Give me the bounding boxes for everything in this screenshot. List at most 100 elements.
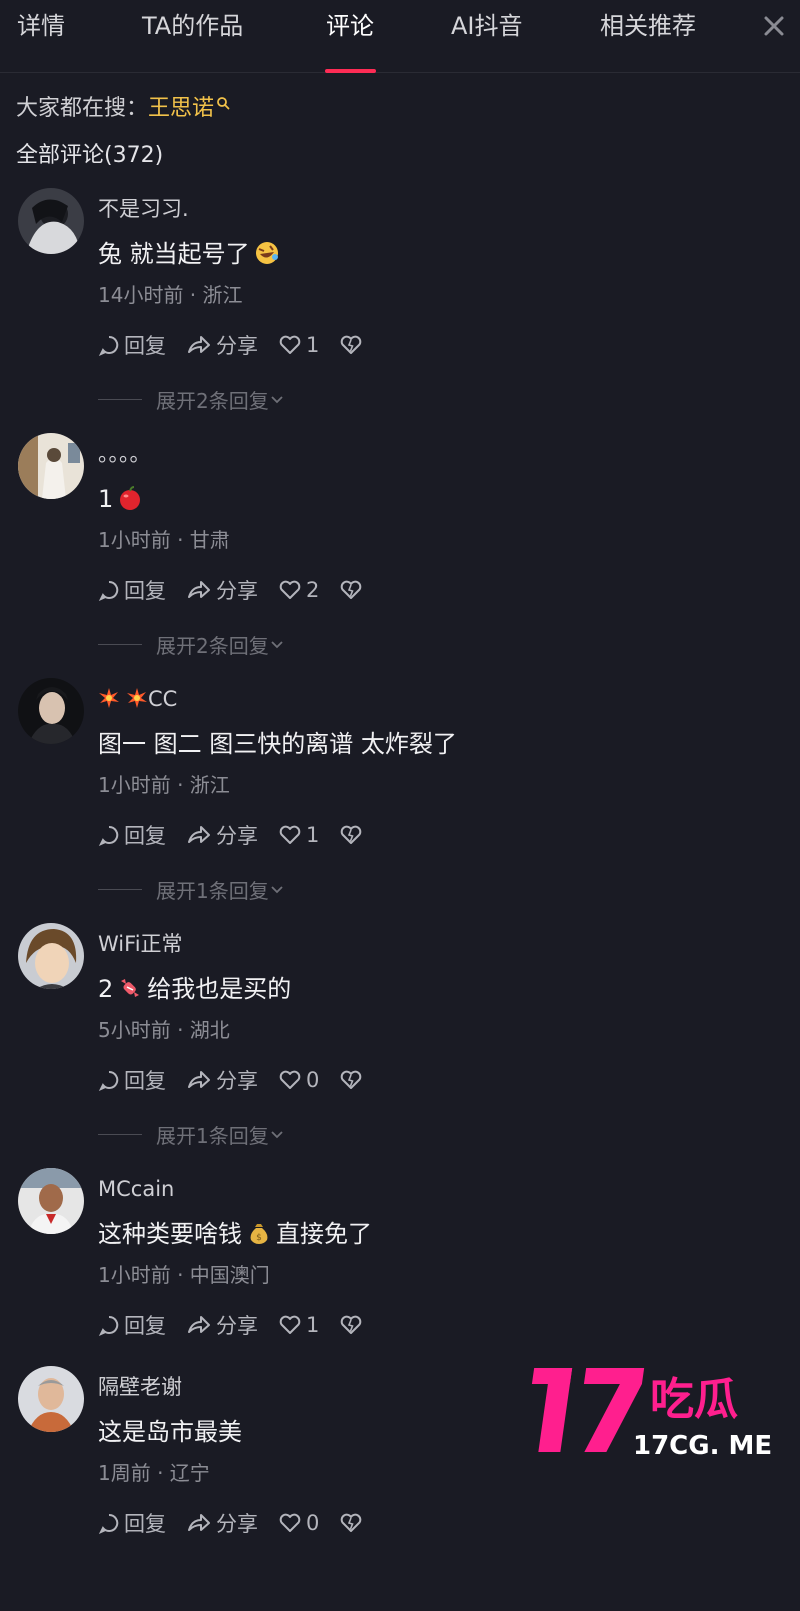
comment-text: 这是岛市最美 [98,1414,242,1450]
share-label: 分享 [216,1069,258,1093]
reply-label: 回复 [124,824,166,848]
search-prefix: 大家都在搜： [16,96,149,121]
expand-replies-button[interactable]: 展开1条回复 [98,874,285,904]
comment-username[interactable]: 不是习习. [98,194,189,224]
reply-button[interactable]: 回复 [98,575,166,605]
reply-button[interactable]: 回复 [98,1508,166,1538]
comment-text: 图一 图二 图三快的离谱 太炸裂了 [98,726,457,762]
watermark-domain: 17CG. ME [633,1431,772,1461]
avatar[interactable] [18,923,84,989]
share-button[interactable]: 分享 [186,1065,258,1095]
comment-username[interactable]: WiFi正常 [98,929,183,959]
share-button[interactable]: 分享 [186,1310,258,1340]
expand-replies-button[interactable]: 展开2条回复 [98,384,285,414]
dislike-button[interactable] [339,1512,367,1534]
comment-item: WiFi正常 2 给我也是买的 5小时前 · 湖北 回复 分享 0 展开1条回复 [0,923,800,1168]
comment-meta: 1小时前 · 浙江 [98,773,230,797]
heart-icon [279,825,301,844]
share-button[interactable]: 分享 [186,330,258,360]
like-count: 2 [306,578,320,602]
reply-icon [98,580,119,601]
broken-heart-icon [341,335,362,354]
avatar[interactable] [18,188,84,254]
comment-text-suffix: 直接免了 [276,1220,372,1248]
dislike-button[interactable] [339,334,367,356]
apple-emoji-icon [120,486,141,510]
tab-comments[interactable]: 评论 [326,8,374,44]
comment-text: 1 [98,481,147,517]
svg-text:吃瓜: 吃瓜 [650,1374,738,1425]
comment-actions: 回复 分享 0 [98,1506,387,1540]
search-keyword-link[interactable]: 王思诺 [148,96,214,121]
share-label: 分享 [216,1314,258,1338]
tab-works[interactable]: TA的作品 [142,8,243,44]
close-button[interactable] [756,8,792,44]
comment-text-suffix: 给我也是买的 [147,975,292,1003]
like-button[interactable]: 2 [278,578,319,602]
dislike-button[interactable] [339,579,367,601]
comment-username[interactable]: 隔壁老谢 [98,1372,182,1402]
chevron-down-icon [271,641,283,649]
share-button[interactable]: 分享 [186,1508,258,1538]
reply-button[interactable]: 回复 [98,330,166,360]
broken-heart-icon [341,1315,362,1334]
tab-ai-douyin[interactable]: AI抖音 [451,8,523,44]
tab-bar: 详情 TA的作品 评论 AI抖音 相关推荐 [0,0,800,73]
chevron-down-icon [271,1131,283,1139]
heart-icon [279,1513,301,1532]
money-bag-emoji-icon: $ [250,1224,268,1244]
share-label: 分享 [216,824,258,848]
share-icon [188,1316,210,1333]
firework-icon [127,688,147,708]
comment-text-main: 兔 就当起号了 [98,240,250,268]
like-button[interactable]: 0 [278,1511,319,1535]
expand-replies-label: 展开1条回复 [156,1123,269,1148]
avatar[interactable] [18,1366,84,1432]
like-button[interactable]: 1 [278,823,319,847]
comment-text: 这种类要啥钱 $ 直接免了 [98,1216,372,1252]
dislike-button[interactable] [339,1069,367,1091]
search-suggestion: 大家都在搜：王思诺 [16,92,230,126]
expand-replies-label: 展开1条回复 [156,878,269,903]
avatar[interactable] [18,1168,84,1234]
comment-meta: 14小时前 · 浙江 [98,283,243,307]
active-tab-indicator [325,69,376,73]
comment-actions: 回复 分享 1 [98,1308,387,1342]
comment-meta: 5小时前 · 湖北 [98,1018,230,1042]
chevron-down-icon [271,886,283,894]
like-count: 1 [306,1313,320,1337]
like-button[interactable]: 1 [278,333,319,357]
comment-username[interactable]: CC [98,684,177,714]
reply-icon [98,335,119,356]
tab-related[interactable]: 相关推荐 [600,8,696,44]
dislike-button[interactable] [339,1314,367,1336]
comment-text-main: 图一 图二 图三快的离谱 太炸裂了 [98,730,457,758]
expand-replies-label: 展开2条回复 [156,633,269,658]
share-button[interactable]: 分享 [186,575,258,605]
share-icon [188,1071,210,1088]
tab-details[interactable]: 详情 [17,8,65,44]
expand-replies-button[interactable]: 展开1条回复 [98,1119,285,1149]
like-button[interactable]: 1 [278,1313,319,1337]
like-button[interactable]: 0 [278,1068,319,1092]
heart-icon [279,1070,301,1089]
reply-button[interactable]: 回复 [98,1065,166,1095]
reply-button[interactable]: 回复 [98,1310,166,1340]
heart-icon [279,580,301,599]
comment-actions: 回复 分享 0 [98,1063,387,1097]
expand-replies-button[interactable]: 展开2条回复 [98,629,285,659]
dislike-button[interactable] [339,824,367,846]
avatar[interactable] [18,678,84,744]
comment-username[interactable]: 。。。。 [98,439,151,469]
avatar[interactable] [18,433,84,499]
share-button[interactable]: 分享 [186,820,258,850]
expand-replies-label: 展开2条回复 [156,388,269,413]
reply-icon [98,1513,119,1534]
comment-username-text: CC [148,687,178,711]
like-count: 1 [306,333,320,357]
chevron-down-icon [271,396,283,404]
comment-item: CC 图一 图二 图三快的离谱 太炸裂了 1小时前 · 浙江 回复 分享 1 展… [0,678,800,923]
comment-username[interactable]: MCcain [98,1174,174,1204]
comment-text-main: 这是岛市最美 [98,1418,242,1446]
reply-button[interactable]: 回复 [98,820,166,850]
